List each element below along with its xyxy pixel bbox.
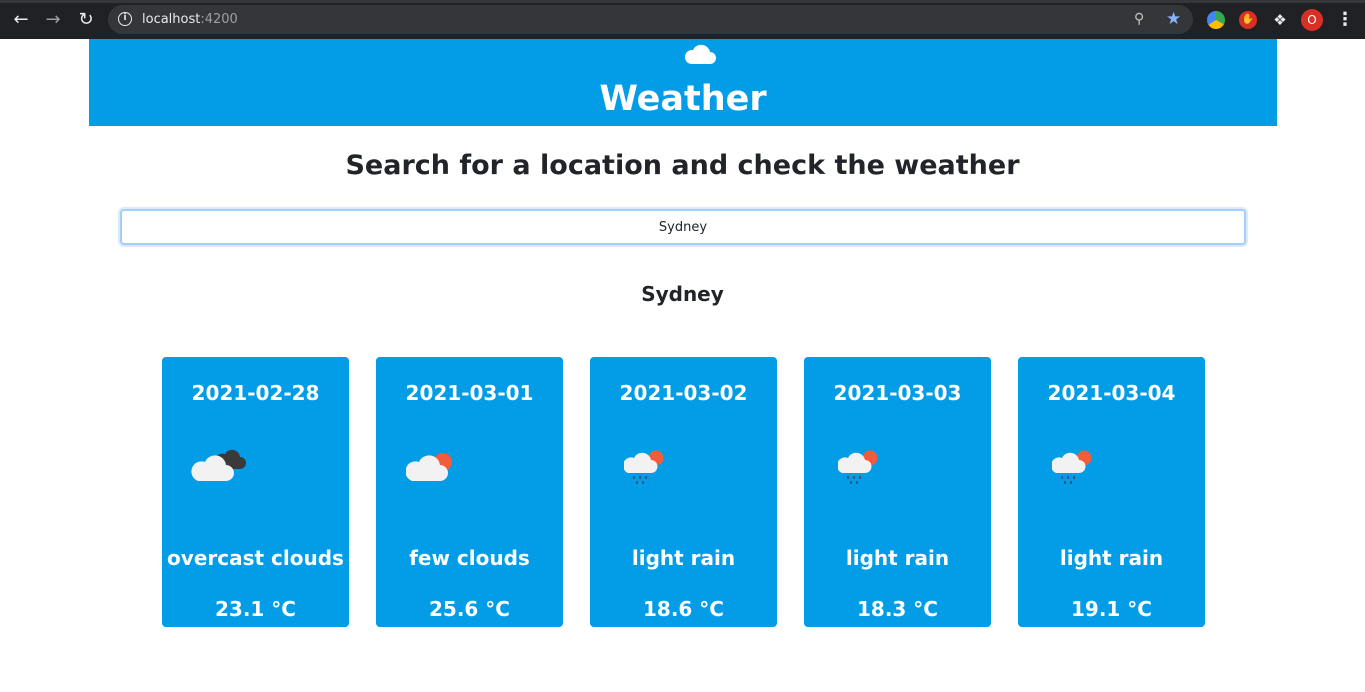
url-host: localhost <box>142 12 201 27</box>
browser-menu-icon[interactable]: ⋮ <box>1336 9 1354 31</box>
overcast-clouds-icon <box>191 449 246 481</box>
forecast-temperature: 19.1 °C <box>1071 597 1152 621</box>
forecast-temperature: 23.1 °C <box>215 597 296 621</box>
bookmark-star-icon[interactable]: ★ <box>1166 9 1181 29</box>
extensions-puzzle-icon[interactable]: ❖ <box>1271 11 1289 29</box>
back-arrow-icon[interactable]: ← <box>10 9 32 31</box>
forecast-date: 2021-03-03 <box>833 381 962 405</box>
url-port: :4200 <box>200 12 238 27</box>
tab-strip-edge <box>0 0 1365 3</box>
forecast-card: 2021-02-28 overcast clouds 23.1 °C <box>162 357 349 627</box>
forecast-date: 2021-03-02 <box>619 381 748 405</box>
few-clouds-icon <box>406 453 452 481</box>
forecast-card: 2021-03-02 light rain 18.6 °C <box>590 357 777 627</box>
light-rain-icon <box>1052 450 1092 484</box>
forecast-description: overcast clouds <box>167 546 344 570</box>
forecast-description: light rain <box>1059 546 1164 570</box>
forward-arrow-icon[interactable]: → <box>42 9 64 31</box>
address-bar[interactable]: i localhost:4200 ⚲ ★ <box>108 5 1193 34</box>
light-rain-icon <box>838 450 878 484</box>
url-text[interactable]: localhost:4200 <box>142 11 238 28</box>
browser-toolbar: ← → ↻ i localhost:4200 ⚲ ★ ✋ ❖ O ⋮ <box>0 0 1365 39</box>
app-header: Weather <box>89 39 1277 126</box>
forecast-temperature: 18.6 °C <box>643 597 724 621</box>
forecast-list: 2021-02-28 overcast clouds 23.1 °C 2021-… <box>162 357 1205 627</box>
app-title: Weather <box>599 79 767 119</box>
forecast-description: light rain <box>631 546 736 570</box>
reload-icon[interactable]: ↻ <box>75 9 97 31</box>
cloud-icon <box>684 44 716 64</box>
forecast-date: 2021-02-28 <box>191 381 320 405</box>
forecast-card: 2021-03-03 light rain 18.3 °C <box>804 357 991 627</box>
forecast-date: 2021-03-04 <box>1047 381 1176 405</box>
location-search-input[interactable] <box>120 209 1246 245</box>
forecast-temperature: 25.6 °C <box>429 597 510 621</box>
extension-hand-icon[interactable]: ✋ <box>1239 11 1257 29</box>
forecast-temperature: 18.3 °C <box>857 597 938 621</box>
zoom-icon[interactable]: ⚲ <box>1134 11 1144 28</box>
forecast-card: 2021-03-04 light rain 19.1 °C <box>1018 357 1205 627</box>
forecast-date: 2021-03-01 <box>405 381 534 405</box>
forecast-description: few clouds <box>409 546 530 570</box>
extension-color-icon[interactable] <box>1207 11 1225 29</box>
forecast-description: light rain <box>845 546 950 570</box>
light-rain-icon <box>624 450 664 484</box>
page-subtitle: Search for a location and check the weat… <box>345 150 1020 181</box>
location-heading: Sydney <box>641 282 724 306</box>
forecast-card: 2021-03-01 few clouds 25.6 °C <box>376 357 563 627</box>
profile-avatar[interactable]: O <box>1301 9 1323 31</box>
site-info-icon[interactable]: i <box>118 12 132 26</box>
